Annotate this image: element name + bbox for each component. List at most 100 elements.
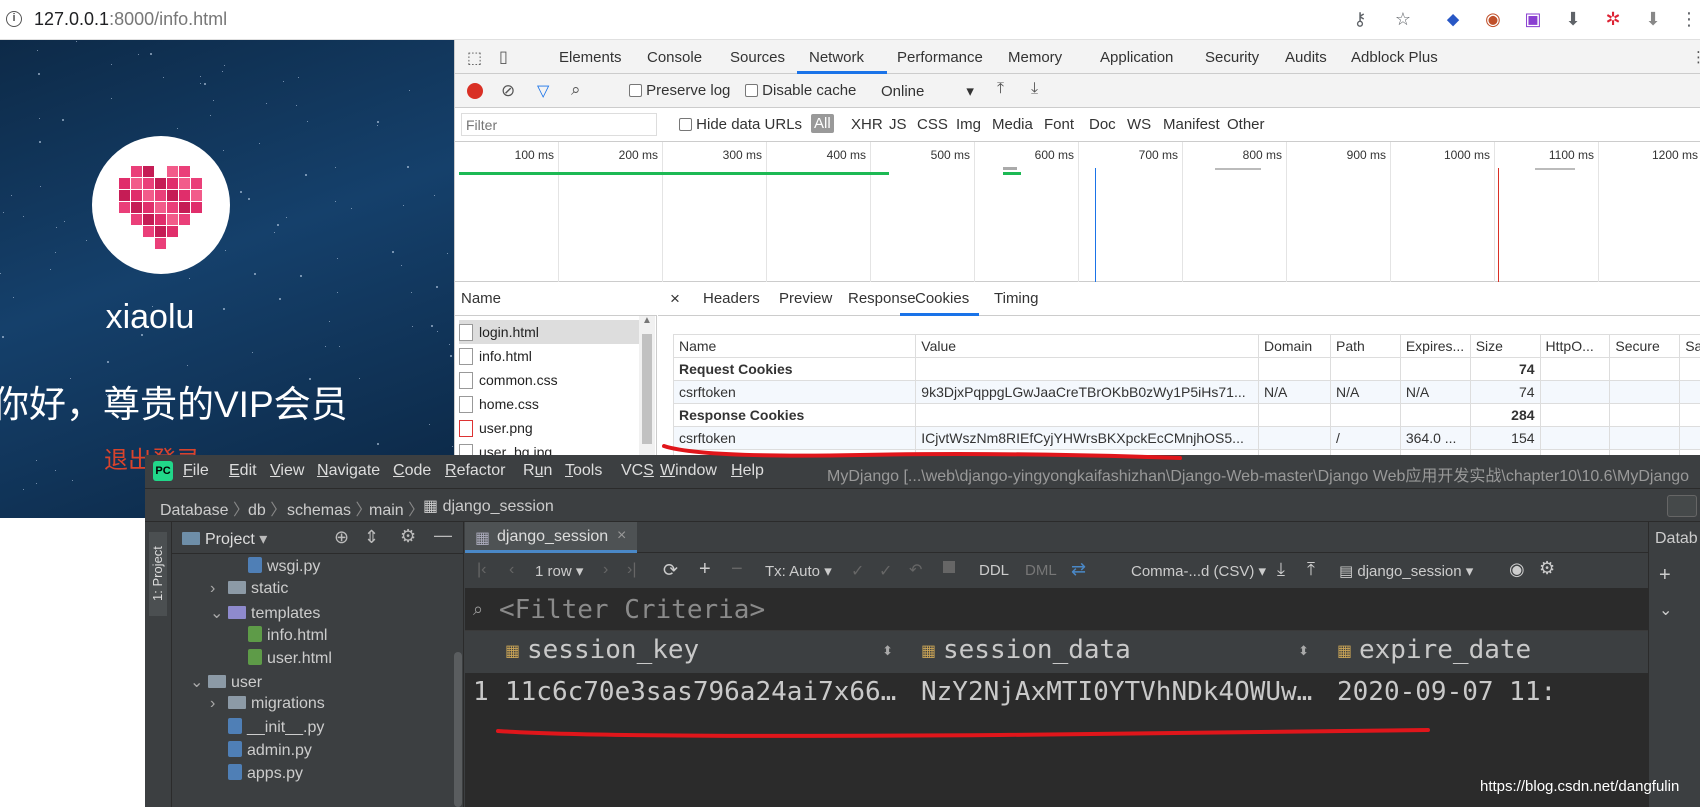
menu-item[interactable]: Code — [393, 462, 431, 480]
hide-data-urls-checkbox[interactable]: Hide data URLs — [679, 116, 802, 133]
locate-icon[interactable]: ⊕ — [334, 527, 349, 548]
filter-type-manifest[interactable]: Manifest — [1163, 116, 1220, 133]
info-icon[interactable]: i — [6, 11, 22, 27]
tree-item[interactable]: ⌄ user — [190, 672, 262, 692]
extension-icon[interactable]: ▣ — [1522, 8, 1544, 30]
chevron-right-icon[interactable]: › — [210, 695, 228, 713]
close-icon[interactable]: × — [617, 527, 626, 545]
next-page-icon[interactable]: › — [603, 561, 608, 579]
scrollbar[interactable] — [454, 652, 462, 807]
filter-type-xhr[interactable]: XHR — [851, 116, 883, 133]
eye-icon[interactable]: ◉ — [1509, 559, 1525, 580]
tree-item[interactable]: info.html — [230, 626, 327, 645]
tx-mode-select[interactable]: Tx: Auto ▾ — [765, 562, 832, 580]
collapse-icon[interactable]: ⇕ — [364, 527, 379, 548]
request-row[interactable]: info.html — [459, 344, 639, 368]
filter-type-ws[interactable]: WS — [1127, 116, 1151, 133]
star-icon[interactable]: ☆ — [1392, 8, 1414, 30]
search-icon[interactable]: ⌕ — [571, 80, 581, 100]
cookie-column-header[interactable]: Size — [1469, 334, 1541, 358]
delete-row-icon[interactable]: − — [731, 558, 743, 581]
url-field[interactable]: 127.0.0.1:8000/info.html — [34, 9, 227, 30]
breadcrumb-item[interactable]: main 〉 — [369, 496, 424, 520]
chevron-down-icon[interactable]: ⌄ — [1659, 600, 1672, 620]
key-icon[interactable]: ⚷ — [1349, 8, 1371, 30]
extension-icon[interactable]: ◉ — [1482, 8, 1504, 30]
menu-item[interactable]: Refactor — [445, 462, 505, 480]
format-select[interactable]: Comma-...d (CSV) ▾ — [1131, 562, 1266, 580]
download-arrow-icon[interactable]: ⬇ — [1642, 8, 1664, 30]
filter-input[interactable] — [461, 113, 657, 136]
column-header-session-key[interactable]: ▦ session_key ⬍ — [501, 631, 905, 673]
menu-item[interactable]: File — [183, 462, 209, 480]
add-icon[interactable]: + — [1659, 564, 1671, 587]
disable-cache-checkbox[interactable]: Disable cache — [745, 82, 856, 99]
request-row[interactable]: user.png — [459, 416, 639, 440]
tab-elements[interactable]: Elements — [559, 49, 622, 66]
cookie-column-header[interactable]: Path — [1330, 334, 1401, 358]
check-icon[interactable]: ✓ — [879, 561, 892, 581]
request-row[interactable]: home.css — [459, 392, 639, 416]
tree-item[interactable]: admin.py — [210, 741, 312, 760]
first-page-icon[interactable]: |‹ — [477, 561, 486, 579]
extension-icon[interactable]: ⬥ — [1442, 8, 1464, 30]
breadcrumb-item[interactable]: db 〉 — [248, 496, 286, 520]
cookie-column-header[interactable]: Expires... — [1399, 334, 1471, 358]
extension-icon[interactable]: ✲ — [1602, 8, 1624, 30]
cookie-column-header[interactable]: Name — [672, 334, 917, 358]
chevron-down-icon[interactable]: ⌄ — [190, 672, 208, 692]
filter-type-js[interactable]: JS — [889, 116, 907, 133]
tab-application[interactable]: Application — [1100, 49, 1173, 66]
cookie-column-header[interactable]: San — [1679, 334, 1700, 358]
scroll-up-icon[interactable]: ▲ — [642, 315, 652, 326]
gear-icon[interactable]: ⚙ — [1539, 558, 1555, 579]
breadcrumb-item[interactable]: Database 〉 — [160, 496, 249, 520]
chevron-right-icon[interactable]: › — [210, 580, 228, 598]
clear-icon[interactable]: ⊘ — [501, 81, 515, 101]
filter-icon[interactable]: ▽ — [537, 81, 549, 101]
cell-session-data[interactable]: NzY2NjAxMTI0YTVhNDk4OWUw… — [921, 677, 1315, 707]
tab-network[interactable]: Network — [809, 49, 864, 66]
preserve-log-checkbox[interactable]: Preserve log — [629, 82, 730, 99]
tree-item[interactable]: user.html — [230, 649, 332, 668]
ddl-button[interactable]: DDL — [979, 562, 1009, 579]
tab-adblock-plus[interactable]: Adblock Plus — [1351, 49, 1438, 66]
request-row[interactable]: common.css — [459, 368, 639, 392]
column-header-session-data[interactable]: ▦ session_data ⬍ — [917, 631, 1321, 673]
cell-session-key[interactable]: 11c6c70e3sas796a24ai7x66… — [505, 677, 899, 707]
sort-icon[interactable]: ⬍ — [1298, 643, 1309, 659]
cookie-group-row[interactable]: Response Cookies 284 — [672, 403, 1700, 427]
hide-icon[interactable]: — — [434, 525, 452, 546]
rollback-icon[interactable]: ↶ — [909, 560, 922, 580]
tree-item[interactable]: apps.py — [210, 764, 303, 783]
cookie-column-header[interactable]: HttpO... — [1539, 334, 1611, 358]
stop-icon[interactable] — [943, 561, 955, 573]
name-column-header[interactable]: Name — [455, 282, 657, 316]
filter-type-css[interactable]: CSS — [917, 116, 948, 133]
detail-tab-response[interactable]: Response — [848, 290, 916, 307]
cookie-column-header[interactable]: Domain — [1257, 334, 1332, 358]
table-select[interactable]: ▤ django_session ▾ — [1339, 562, 1473, 580]
gear-icon[interactable]: ⚙ — [400, 526, 416, 547]
compare-icon[interactable]: ⇄ — [1071, 559, 1086, 580]
breadcrumb-item[interactable]: schemas 〉 — [287, 496, 371, 520]
inspect-icon[interactable]: ⬚ — [467, 48, 482, 68]
tab-security[interactable]: Security — [1205, 49, 1259, 66]
menu-icon[interactable]: ⋮ — [1678, 8, 1700, 30]
dml-button[interactable]: DML — [1025, 562, 1057, 579]
import-icon[interactable]: ⤒ — [997, 80, 1004, 98]
row-count-select[interactable]: 1 row ▾ — [535, 562, 583, 580]
detail-tab-preview[interactable]: Preview — [779, 290, 832, 307]
close-icon[interactable]: × — [670, 289, 680, 309]
project-tool-button[interactable]: 1: Project — [149, 532, 167, 616]
menu-item[interactable]: Navigate — [317, 462, 380, 480]
database-panel-label[interactable]: Datab — [1655, 530, 1698, 548]
last-page-icon[interactable]: ›| — [627, 561, 636, 579]
tab-performance[interactable]: Performance — [897, 49, 983, 66]
filter-type-other[interactable]: Other — [1227, 116, 1265, 133]
export-icon[interactable]: ⤓ — [1031, 80, 1038, 98]
detail-tab-headers[interactable]: Headers — [703, 290, 760, 307]
tab-memory[interactable]: Memory — [1008, 49, 1062, 66]
tree-item[interactable]: ⌄ templates — [210, 603, 320, 623]
filter-type-img[interactable]: Img — [956, 116, 981, 133]
